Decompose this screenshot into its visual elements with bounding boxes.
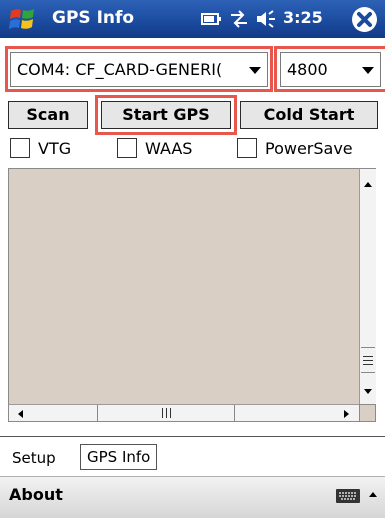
vtg-label: VTG [38,139,72,158]
horizontal-scrollbar[interactable] [8,404,359,422]
keyboard-icon[interactable] [335,487,361,505]
scroll-down-icon[interactable] [362,387,374,397]
powersave-label: PowerSave [265,139,353,158]
clock[interactable]: 3:25 [283,8,323,27]
close-icon[interactable] [352,7,377,32]
scroll-left-icon[interactable] [15,408,25,420]
start-gps-button[interactable]: Start GPS [101,101,231,129]
baud-select-value: 4800 [287,60,328,79]
window-title: GPS Info [52,8,135,28]
horizontal-scroll-thumb[interactable] [97,405,235,421]
waas-label: WAAS [145,139,193,158]
tab-divider [0,436,385,437]
port-select[interactable]: COM4: CF_CARD-GENERI( [10,52,268,87]
port-select-value: COM4: CF_CARD-GENERI( [17,60,223,79]
vtg-checkbox-box[interactable] [10,138,30,158]
chevron-down-icon [362,67,374,74]
chevron-down-icon [249,67,261,74]
cold-start-button[interactable]: Cold Start [240,101,378,129]
tab-gps-info[interactable]: GPS Info [80,444,158,470]
scrollbar-corner [359,404,376,422]
about-menu[interactable]: About [9,485,63,504]
battery-icon[interactable] [200,10,222,28]
vertical-scroll-thumb[interactable] [361,347,375,373]
scroll-right-icon[interactable] [342,408,352,420]
powersave-checkbox-box[interactable] [237,138,257,158]
vtg-checkbox[interactable]: VTG [10,138,100,160]
chevron-up-icon[interactable] [366,486,380,504]
vertical-scrollbar[interactable] [359,168,376,404]
baud-select[interactable]: 4800 [280,52,381,87]
powersave-checkbox[interactable]: PowerSave [237,138,377,160]
connectivity-icon[interactable] [228,10,250,28]
title-bar: GPS Info 3:25 [0,0,385,38]
windows-start-icon[interactable] [8,5,38,33]
tab-setup[interactable]: Setup [6,444,62,473]
volume-icon[interactable] [255,10,279,28]
output-panel[interactable] [8,168,376,422]
scan-button[interactable]: Scan [8,101,88,129]
waas-checkbox-box[interactable] [117,138,137,158]
waas-checkbox[interactable]: WAAS [117,138,217,160]
scroll-up-icon[interactable] [362,179,374,189]
